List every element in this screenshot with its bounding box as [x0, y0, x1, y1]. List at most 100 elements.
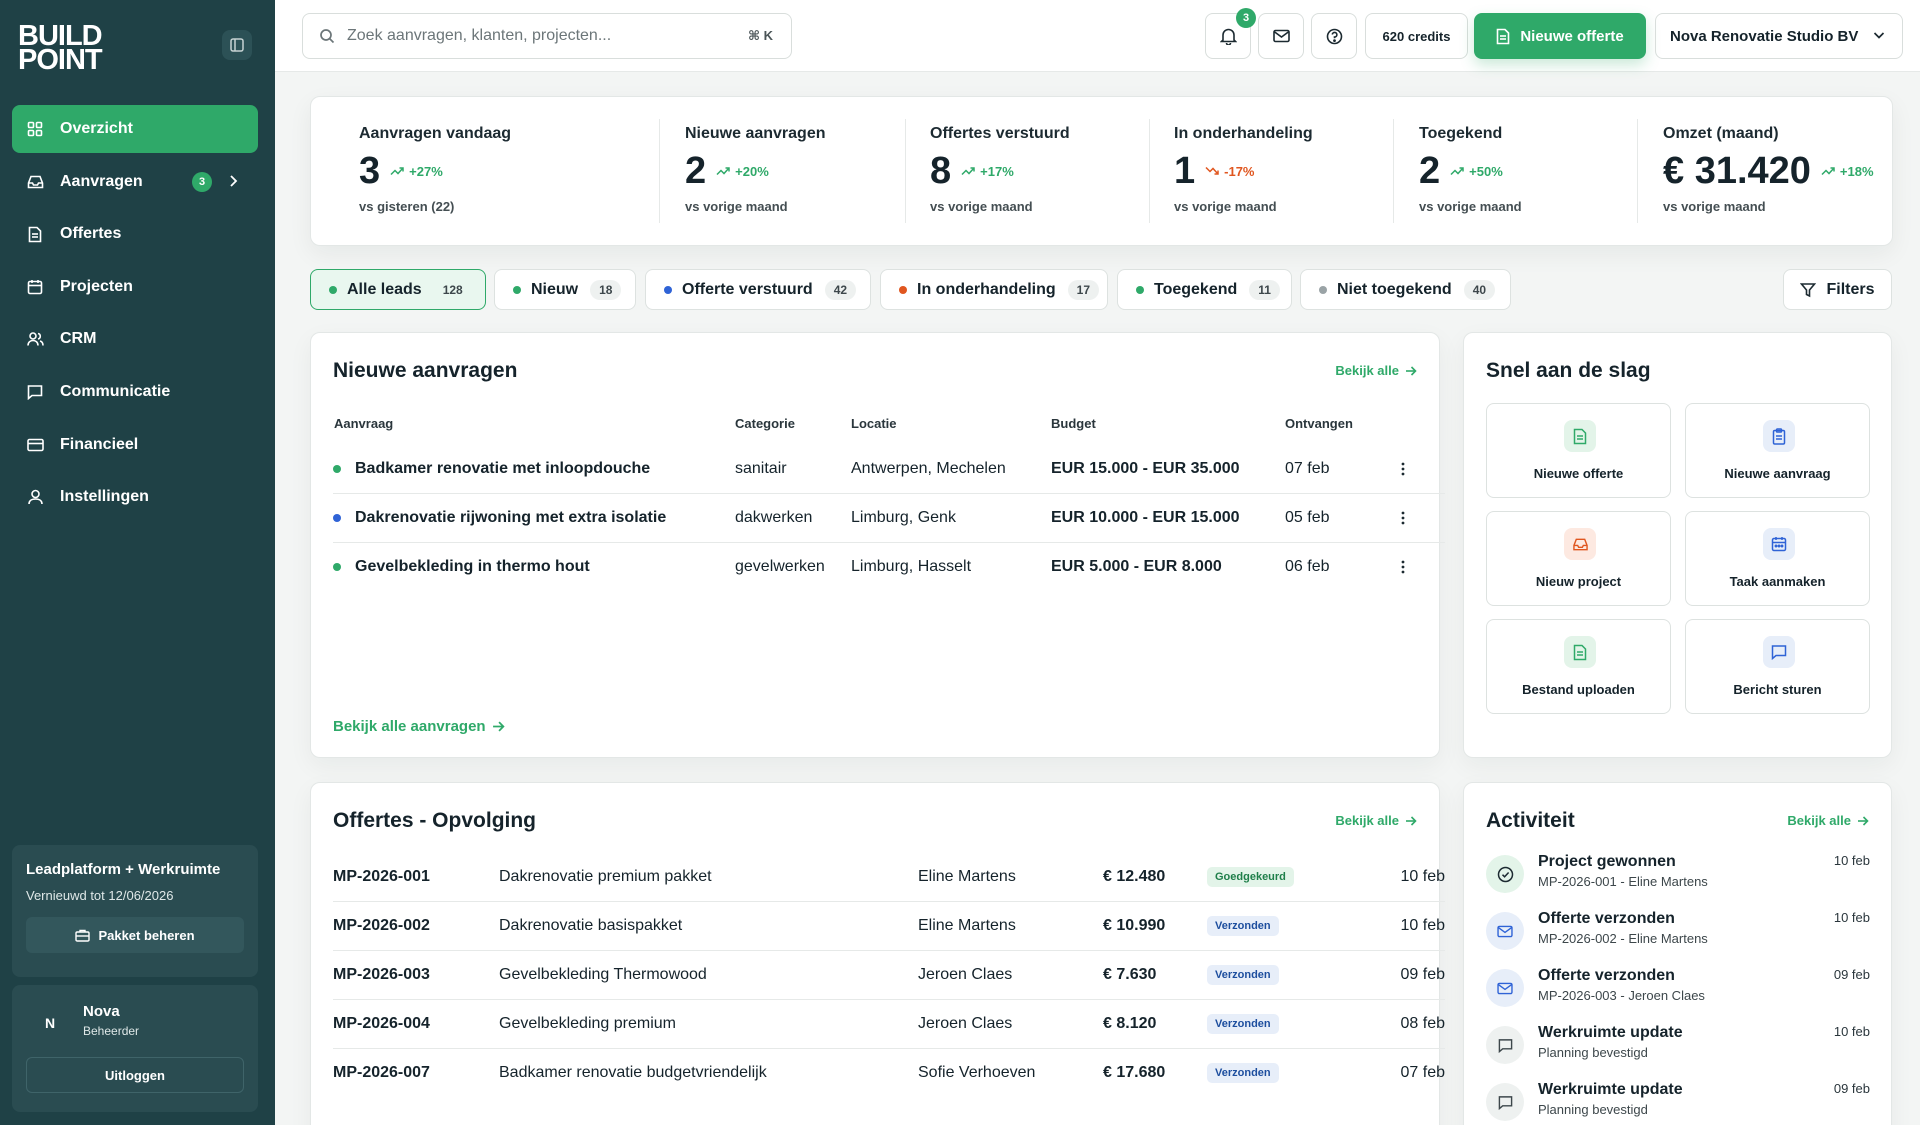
message-icon — [1486, 1083, 1524, 1121]
quick-action-new-project[interactable]: Nieuw project — [1486, 511, 1671, 606]
credits-button[interactable]: 620 credits — [1365, 13, 1468, 59]
sidebar-item-financieel[interactable]: Financieel — [12, 421, 258, 469]
activity-item[interactable]: Offerte verzonden MP-2026-003 - Jeroen C… — [1486, 967, 1870, 1024]
clipboard-icon — [1763, 420, 1795, 452]
stat-sub: vs gisteren (22) — [359, 199, 455, 214]
stat-label: Toegekend — [1419, 125, 1503, 142]
bell-icon — [1219, 28, 1237, 45]
filters-button[interactable]: Filters — [1783, 269, 1892, 310]
filter-offerte-verstuurd[interactable]: Offerte verstuurd 42 — [645, 269, 871, 310]
status-dot — [664, 285, 672, 294]
sidebar-collapse-button[interactable] — [222, 30, 252, 60]
sidebar-item-crm[interactable]: CRM — [12, 315, 258, 363]
stat-value: 3 — [359, 150, 381, 192]
request-received: 07 feb — [1285, 460, 1330, 477]
user-card: N Nova Beheerder Uitloggen — [12, 985, 258, 1112]
table-row[interactable]: MP-2026-001 Dakrenovatie premium pakket … — [333, 853, 1445, 902]
table-row[interactable]: Gevelbekleding in thermo hout gevelwerke… — [333, 543, 1445, 592]
status-dot — [333, 563, 341, 571]
brand-line-2: POINT — [18, 44, 103, 76]
filter-nieuw[interactable]: Nieuw 18 — [494, 269, 636, 310]
company-name: Nova Renovatie Studio BV — [1670, 27, 1859, 45]
arrow-right-icon — [492, 721, 505, 732]
more-vertical-icon[interactable] — [1393, 557, 1413, 577]
quick-action-upload-file[interactable]: Bestand uploaden — [1486, 619, 1671, 714]
user-icon — [26, 488, 44, 506]
table-row[interactable]: MP-2026-007 Badkamer renovatie budgetvri… — [333, 1049, 1445, 1098]
help-button[interactable] — [1311, 13, 1357, 59]
request-location: Limburg, Hasselt — [851, 558, 972, 575]
inbox-icon — [1564, 528, 1596, 560]
table-row[interactable]: MP-2026-004 Gevelbekleding premium Jeroe… — [333, 1000, 1445, 1049]
sidebar-item-aanvragen[interactable]: Aanvragen 3 — [12, 158, 258, 206]
stat-divider — [905, 119, 906, 223]
filter-niet-toegekend[interactable]: Niet toegekend 40 — [1300, 269, 1511, 310]
stat-divider — [659, 119, 660, 223]
sidebar-item-label: Aanvragen — [60, 172, 143, 190]
new-requests-card: Nieuwe aanvragen Bekijk alle Aanvraag Ca… — [310, 332, 1445, 758]
activity-item[interactable]: Werkruimte update Planning bevestigd 09 … — [1486, 1081, 1870, 1125]
activity-subtitle: MP-2026-003 - Jeroen Claes — [1538, 988, 1705, 1003]
view-all-quotes-link[interactable]: Bekijk alle — [1335, 813, 1417, 828]
sidebar-item-overzicht[interactable]: Overzicht — [12, 105, 258, 153]
filter-alle-leads[interactable]: Alle leads 128 — [310, 269, 486, 310]
filter-in-onderhandeling[interactable]: In onderhandeling 17 — [880, 269, 1108, 310]
quote-amount: € 10.990 — [1103, 917, 1166, 934]
sidebar-item-instellingen[interactable]: Instellingen — [12, 473, 258, 521]
more-vertical-icon[interactable] — [1393, 459, 1413, 479]
view-all-requests-link[interactable]: Bekijk alle — [1335, 363, 1417, 378]
link-label: Bekijk alle — [1787, 813, 1851, 828]
chevron-right-icon — [228, 174, 238, 193]
filter-label: Niet toegekend — [1337, 280, 1452, 298]
sidebar-item-offertes[interactable]: Offertes — [12, 210, 258, 258]
brand-logo[interactable]: BUILD POINT — [18, 22, 103, 76]
request-received: 05 feb — [1285, 509, 1330, 526]
stats-panel: Aanvragen vandaag 3 +27% vs gisteren (22… — [310, 96, 1893, 246]
sidebar-item-projecten[interactable]: Projecten — [12, 263, 258, 311]
view-all-requests-footer-link[interactable]: Bekijk alle aanvragen — [333, 718, 505, 735]
column-header: Ontvangen — [1285, 416, 1353, 431]
quick-action-new-request[interactable]: Nieuwe aanvraag — [1685, 403, 1870, 498]
sidebar-item-label: CRM — [60, 330, 97, 348]
quick-action-label: Taak aanmaken — [1729, 574, 1826, 589]
activity-item[interactable]: Project gewonnen MP-2026-001 - Eline Mar… — [1486, 853, 1870, 910]
package-renewal: Vernieuwd tot 12/06/2026 — [26, 888, 174, 903]
company-selector[interactable]: Nova Renovatie Studio BV — [1655, 13, 1903, 59]
grid-icon — [26, 120, 44, 138]
quick-action-create-task[interactable]: Taak aanmaken — [1685, 511, 1870, 606]
search-input[interactable]: Zoek aanvragen, klanten, projecten... ⌘ … — [302, 13, 792, 59]
table-row[interactable]: MP-2026-003 Gevelbekleding Thermowood Je… — [333, 951, 1445, 1000]
notifications-button[interactable]: 3 — [1205, 8, 1256, 59]
status-dot — [1136, 285, 1144, 294]
avatar: N — [32, 1005, 68, 1041]
manage-package-button[interactable]: Pakket beheren — [26, 917, 244, 953]
quote-client: Eline Martens — [918, 917, 1016, 934]
activity-item[interactable]: Werkruimte update Planning bevestigd 10 … — [1486, 1024, 1870, 1081]
messages-button[interactable] — [1258, 13, 1304, 59]
table-row[interactable]: Badkamer renovatie met inloopdouche sani… — [333, 445, 1445, 494]
logout-button[interactable]: Uitloggen — [26, 1057, 244, 1093]
activity-date: 10 feb — [1833, 1024, 1870, 1039]
sidebar-item-communicatie[interactable]: Communicatie — [12, 368, 258, 416]
stat-delta: +27% — [390, 164, 443, 179]
activity-item[interactable]: Offerte verzonden MP-2026-002 - Eline Ma… — [1486, 910, 1870, 967]
view-all-activity-link[interactable]: Bekijk alle — [1787, 813, 1869, 828]
filter-count: 11 — [1249, 279, 1280, 300]
table-row[interactable]: MP-2026-002 Dakrenovatie basispakket Eli… — [333, 902, 1445, 951]
quick-action-send-message[interactable]: Bericht sturen — [1685, 619, 1870, 714]
sidebar-item-label: Projecten — [60, 277, 133, 295]
table-row[interactable]: Dakrenovatie rijwoning met extra isolati… — [333, 494, 1445, 543]
message-icon — [26, 383, 44, 401]
filter-toegekend[interactable]: Toegekend 11 — [1117, 269, 1292, 310]
trend-up-icon — [1821, 167, 1835, 176]
filter-label: Toegekend — [1154, 280, 1238, 298]
quote-amount: € 12.480 — [1103, 868, 1166, 885]
new-quote-button[interactable]: Nieuwe offerte — [1474, 13, 1646, 59]
quick-action-new-quote[interactable]: Nieuwe offerte — [1486, 403, 1671, 498]
activity-date: 10 feb — [1833, 910, 1870, 925]
more-vertical-icon[interactable] — [1393, 508, 1413, 528]
sidebar-item-label: Financieel — [60, 435, 139, 453]
stat-label: In onderhandeling — [1174, 125, 1313, 142]
sidebar-item-label: Overzicht — [60, 120, 133, 137]
filters-label: Filters — [1826, 280, 1875, 298]
